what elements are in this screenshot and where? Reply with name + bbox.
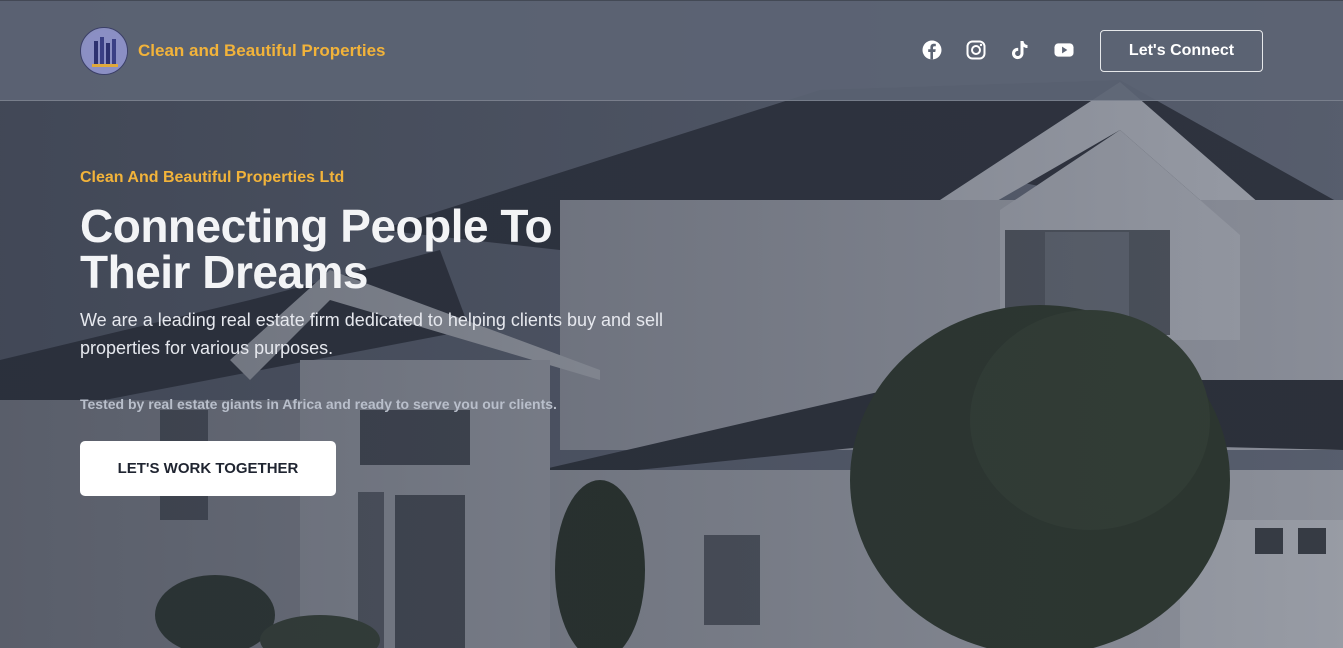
brand[interactable]: Clean and Beautiful Properties [80, 26, 386, 76]
hero-description: We are a leading real estate firm dedica… [80, 310, 664, 358]
lets-connect-button[interactable]: Let's Connect [1100, 30, 1263, 72]
hero-tagline: Tested by real estate giants in Africa a… [80, 396, 557, 412]
brand-logo [80, 27, 128, 75]
instagram-icon[interactable] [966, 39, 986, 61]
social-links [922, 39, 1074, 61]
hero-headline: Connecting People To Their Dreams [80, 200, 553, 298]
youtube-icon[interactable] [1054, 39, 1074, 61]
site-header: Clean and Beautiful Properties Let's Con… [0, 0, 1343, 101]
lets-work-together-button[interactable]: LET'S WORK TOGETHER [80, 441, 336, 496]
hero-eyebrow: Clean And Beautiful Properties Ltd [80, 169, 345, 186]
tiktok-icon[interactable] [1010, 39, 1030, 61]
brand-name: Clean and Beautiful Properties [138, 41, 386, 60]
facebook-icon[interactable] [922, 39, 942, 61]
